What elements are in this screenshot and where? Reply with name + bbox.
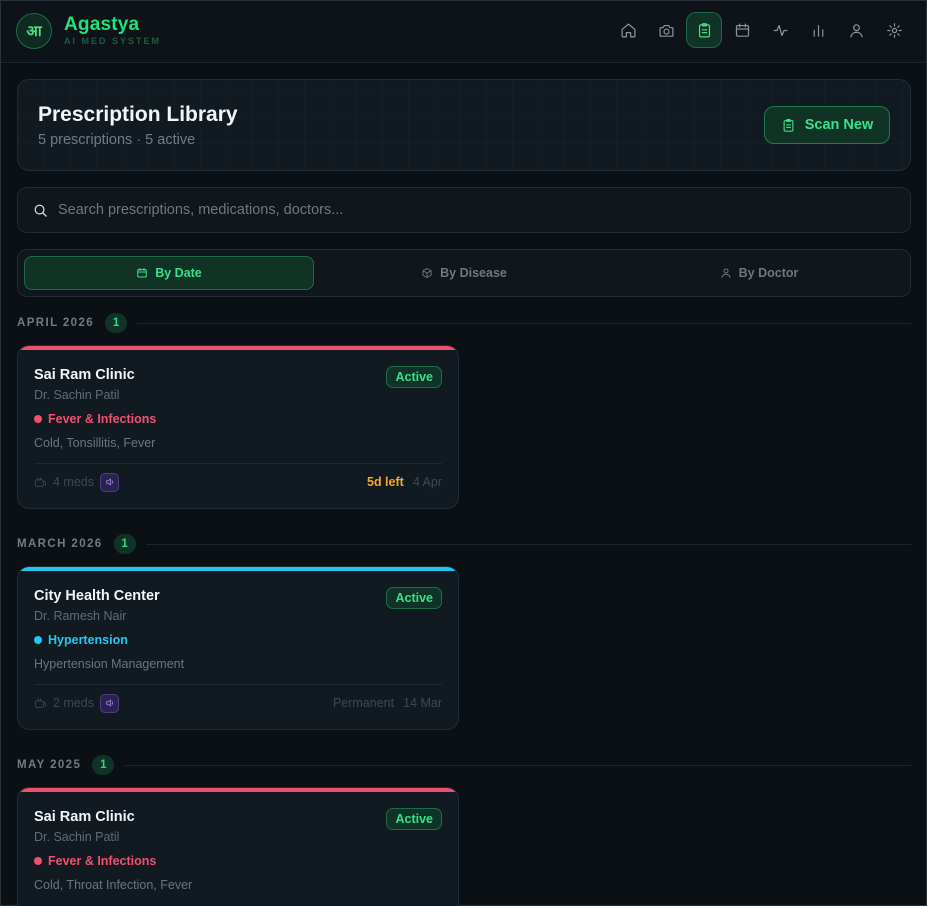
group-label: MAY 2025 bbox=[17, 759, 82, 771]
disease-tag: Fever & Infections bbox=[34, 412, 156, 426]
prescription-card[interactable]: Sai Ram Clinic Dr. Sachin Patil Fever & … bbox=[17, 787, 459, 906]
tab-by-doctor[interactable]: By Doctor bbox=[614, 256, 904, 290]
group-label: APRIL 2026 bbox=[17, 317, 95, 329]
pill-icon bbox=[35, 476, 46, 487]
disease-color-bar bbox=[18, 346, 458, 350]
status-badge: Active bbox=[386, 808, 442, 830]
voice-note-button[interactable] bbox=[100, 472, 119, 492]
calendar-icon bbox=[137, 268, 147, 278]
card-divider bbox=[34, 684, 442, 685]
prescription-card[interactable]: City Health Center Dr. Ramesh Nair Hyper… bbox=[17, 566, 459, 730]
doctor-name: Dr. Sachin Patil bbox=[34, 388, 120, 402]
brand-name: Agastya bbox=[64, 14, 140, 35]
meds-label: 2 meds bbox=[53, 696, 94, 710]
grouping-tabs: By Date By Disease By Doctor bbox=[17, 249, 911, 297]
status-badge: Active bbox=[386, 366, 442, 388]
tab-by-date[interactable]: By Date bbox=[24, 256, 314, 290]
meds-count: 2 meds bbox=[34, 696, 94, 710]
prescription-card[interactable]: Sai Ram Clinic Dr. Sachin Patil Fever & … bbox=[17, 345, 459, 509]
tab-label: By Disease bbox=[440, 266, 507, 280]
group-divider bbox=[124, 764, 911, 766]
status-badge: Active bbox=[386, 587, 442, 609]
camera-icon bbox=[659, 24, 673, 37]
app-header: आ Agastya AI MED SYSTEM bbox=[1, 1, 926, 63]
calendar-icon bbox=[735, 23, 749, 37]
tab-by-disease[interactable]: By Disease bbox=[319, 256, 609, 290]
clinic-name: Sai Ram Clinic bbox=[34, 367, 135, 383]
group-divider bbox=[137, 322, 911, 324]
disease-dot bbox=[34, 857, 42, 865]
app-logo[interactable]: आ bbox=[16, 13, 52, 49]
pill-icon bbox=[35, 697, 46, 708]
conditions-text: Cold, Throat Infection, Fever bbox=[34, 878, 193, 892]
tab-label: By Date bbox=[155, 266, 202, 280]
nav-profile-button[interactable] bbox=[838, 12, 874, 48]
card-footer: 2 meds Permanent 14 Mar bbox=[34, 693, 442, 713]
group-header-march-2026: MARCH 2026 1 bbox=[17, 534, 911, 554]
nav-vitals-button[interactable] bbox=[762, 12, 798, 48]
nav-home-button[interactable] bbox=[610, 12, 646, 48]
search-input[interactable] bbox=[58, 188, 898, 232]
conditions-text: Hypertension Management bbox=[34, 657, 185, 671]
disease-color-bar bbox=[18, 567, 458, 571]
meds-label: 4 meds bbox=[53, 475, 94, 489]
nav-camera-button[interactable] bbox=[648, 12, 684, 48]
user-icon bbox=[849, 23, 863, 37]
activity-icon bbox=[773, 24, 787, 36]
group-count-badge: 1 bbox=[92, 755, 115, 775]
nav-calendar-button[interactable] bbox=[724, 12, 760, 48]
nav-analytics-button[interactable] bbox=[800, 12, 836, 48]
disease-label: Hypertension bbox=[48, 633, 128, 647]
group-count-badge: 1 bbox=[105, 313, 128, 333]
page-title: Prescription Library bbox=[38, 103, 238, 126]
disease-dot bbox=[34, 415, 42, 423]
clinic-name: Sai Ram Clinic bbox=[34, 809, 135, 825]
card-footer: 4 meds 5d left 4 Apr bbox=[34, 472, 442, 492]
library-header-card: Prescription Library 5 prescriptions · 5… bbox=[17, 79, 911, 171]
days-remaining: Permanent bbox=[332, 696, 395, 710]
scan-new-label: Scan New bbox=[804, 117, 874, 133]
meds-count: 4 meds bbox=[34, 475, 94, 489]
group-header-april-2026: APRIL 2026 1 bbox=[17, 313, 911, 333]
speaker-icon bbox=[105, 699, 113, 707]
doctor-name: Dr. Ramesh Nair bbox=[34, 609, 127, 623]
speaker-icon bbox=[105, 478, 113, 486]
prescription-date: 4 Apr bbox=[412, 475, 442, 489]
disease-label: Fever & Infections bbox=[48, 412, 157, 426]
disease-tag: Fever & Infections bbox=[34, 854, 156, 868]
doctor-name: Dr. Sachin Patil bbox=[34, 830, 120, 844]
clipboard-icon bbox=[783, 118, 794, 132]
clipboard-icon bbox=[698, 22, 710, 37]
conditions-text: Cold, Tonsillitis, Fever bbox=[34, 436, 156, 450]
home-icon bbox=[621, 23, 635, 37]
days-remaining: 5d left bbox=[367, 475, 404, 489]
group-divider bbox=[145, 543, 911, 545]
gear-icon bbox=[886, 22, 902, 38]
bar-chart-icon bbox=[813, 24, 823, 37]
search-icon bbox=[34, 204, 47, 217]
brand: Agastya AI MED SYSTEM bbox=[64, 14, 161, 46]
search-bar bbox=[17, 187, 911, 233]
brand-subtitle: AI MED SYSTEM bbox=[64, 36, 162, 46]
top-nav bbox=[610, 12, 912, 48]
prescription-date: 14 Mar bbox=[403, 696, 442, 710]
group-count-badge: 1 bbox=[113, 534, 136, 554]
nav-prescriptions-button[interactable] bbox=[686, 12, 722, 48]
clinic-name: City Health Center bbox=[34, 588, 160, 604]
disease-dot bbox=[34, 636, 42, 644]
tab-label: By Doctor bbox=[738, 266, 799, 280]
page-subtitle: 5 prescriptions · 5 active bbox=[38, 132, 196, 148]
disease-tag: Hypertension bbox=[34, 633, 128, 647]
cube-icon bbox=[422, 268, 432, 278]
disease-label: Fever & Infections bbox=[48, 854, 157, 868]
scan-new-button[interactable]: Scan New bbox=[764, 106, 890, 144]
card-divider bbox=[34, 463, 442, 464]
nav-settings-button[interactable] bbox=[876, 12, 912, 48]
group-label: MARCH 2026 bbox=[17, 538, 103, 550]
group-header-may-2025: MAY 2025 1 bbox=[17, 755, 911, 775]
disease-color-bar bbox=[18, 788, 458, 792]
user-icon bbox=[721, 268, 731, 278]
voice-note-button[interactable] bbox=[100, 693, 119, 713]
